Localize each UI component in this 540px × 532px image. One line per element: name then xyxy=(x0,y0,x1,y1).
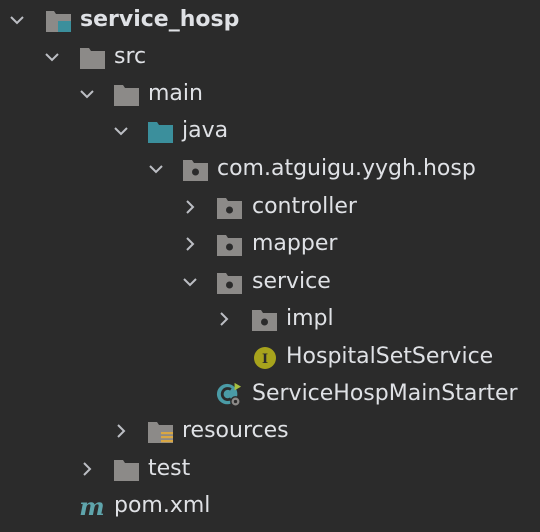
resources-folder-icon xyxy=(148,422,173,443)
tree-node-label: mapper xyxy=(252,231,338,256)
tree-node-label: src xyxy=(114,44,147,69)
chevron-down-icon[interactable] xyxy=(147,160,165,178)
maven-icon: m xyxy=(79,494,104,520)
package-icon xyxy=(217,273,242,294)
chevron-right-icon[interactable] xyxy=(112,422,130,440)
tree-node-label: ServiceHospMainStarter xyxy=(252,381,518,406)
tree-node-label: test xyxy=(148,456,191,481)
chevron-right-icon[interactable] xyxy=(181,235,199,253)
tree-node-label: impl xyxy=(286,306,334,331)
tree-node-pom-xml[interactable]: m pom.xml xyxy=(0,488,540,525)
tree-node-main[interactable]: main xyxy=(0,76,540,113)
interface-icon: I xyxy=(254,347,276,369)
tree-node-label: service xyxy=(252,269,331,294)
module-folder-icon xyxy=(46,11,71,32)
chevron-down-icon[interactable] xyxy=(112,122,130,140)
chevron-right-icon[interactable] xyxy=(215,310,233,328)
chevron-down-icon[interactable] xyxy=(181,273,199,291)
tree-node-mapper[interactable]: mapper xyxy=(0,226,540,263)
tree-node-service-hosp[interactable]: service_hosp xyxy=(0,2,540,39)
chevron-down-icon[interactable] xyxy=(43,48,61,66)
folder-icon xyxy=(80,48,105,69)
tree-node-service-hosp-main-starter[interactable]: ServiceHospMainStarter xyxy=(0,376,540,413)
package-icon xyxy=(217,198,242,219)
package-icon xyxy=(252,310,277,331)
folder-icon xyxy=(114,85,139,106)
tree-node-service[interactable]: service xyxy=(0,264,540,301)
tree-node-label: pom.xml xyxy=(114,493,211,518)
tree-node-test[interactable]: test xyxy=(0,451,540,488)
tree-node-resources[interactable]: resources xyxy=(0,413,540,450)
tree-node-label: java xyxy=(182,118,229,143)
source-folder-icon xyxy=(148,122,173,143)
chevron-down-icon[interactable] xyxy=(8,11,26,29)
maven-badge-letter: m xyxy=(79,494,104,520)
tree-node-hospital-set-service[interactable]: I HospitalSetService xyxy=(0,339,540,376)
tree-node-src[interactable]: src xyxy=(0,39,540,76)
tree-node-label: HospitalSetService xyxy=(286,344,494,369)
chevron-right-icon[interactable] xyxy=(181,198,199,216)
chevron-right-icon[interactable] xyxy=(78,460,96,478)
tree-node-impl[interactable]: impl xyxy=(0,301,540,338)
tree-node-label: com.atguigu.yygh.hosp xyxy=(217,156,476,181)
tree-node-package-root[interactable]: com.atguigu.yygh.hosp xyxy=(0,151,540,188)
spring-boot-class-icon xyxy=(216,382,242,407)
tree-node-label: main xyxy=(148,81,203,106)
chevron-down-icon[interactable] xyxy=(78,85,96,103)
tree-node-java[interactable]: java xyxy=(0,113,540,150)
tree-node-label: resources xyxy=(182,418,289,443)
package-icon xyxy=(183,160,208,181)
interface-badge-letter: I xyxy=(262,352,268,367)
tree-node-label: service_hosp xyxy=(80,7,240,32)
tree-node-controller[interactable]: controller xyxy=(0,189,540,226)
folder-icon xyxy=(114,460,139,481)
project-tree: service_hosp src main java com.atguigu.y… xyxy=(0,0,540,532)
package-icon xyxy=(217,235,242,256)
tree-node-label: controller xyxy=(252,194,357,219)
